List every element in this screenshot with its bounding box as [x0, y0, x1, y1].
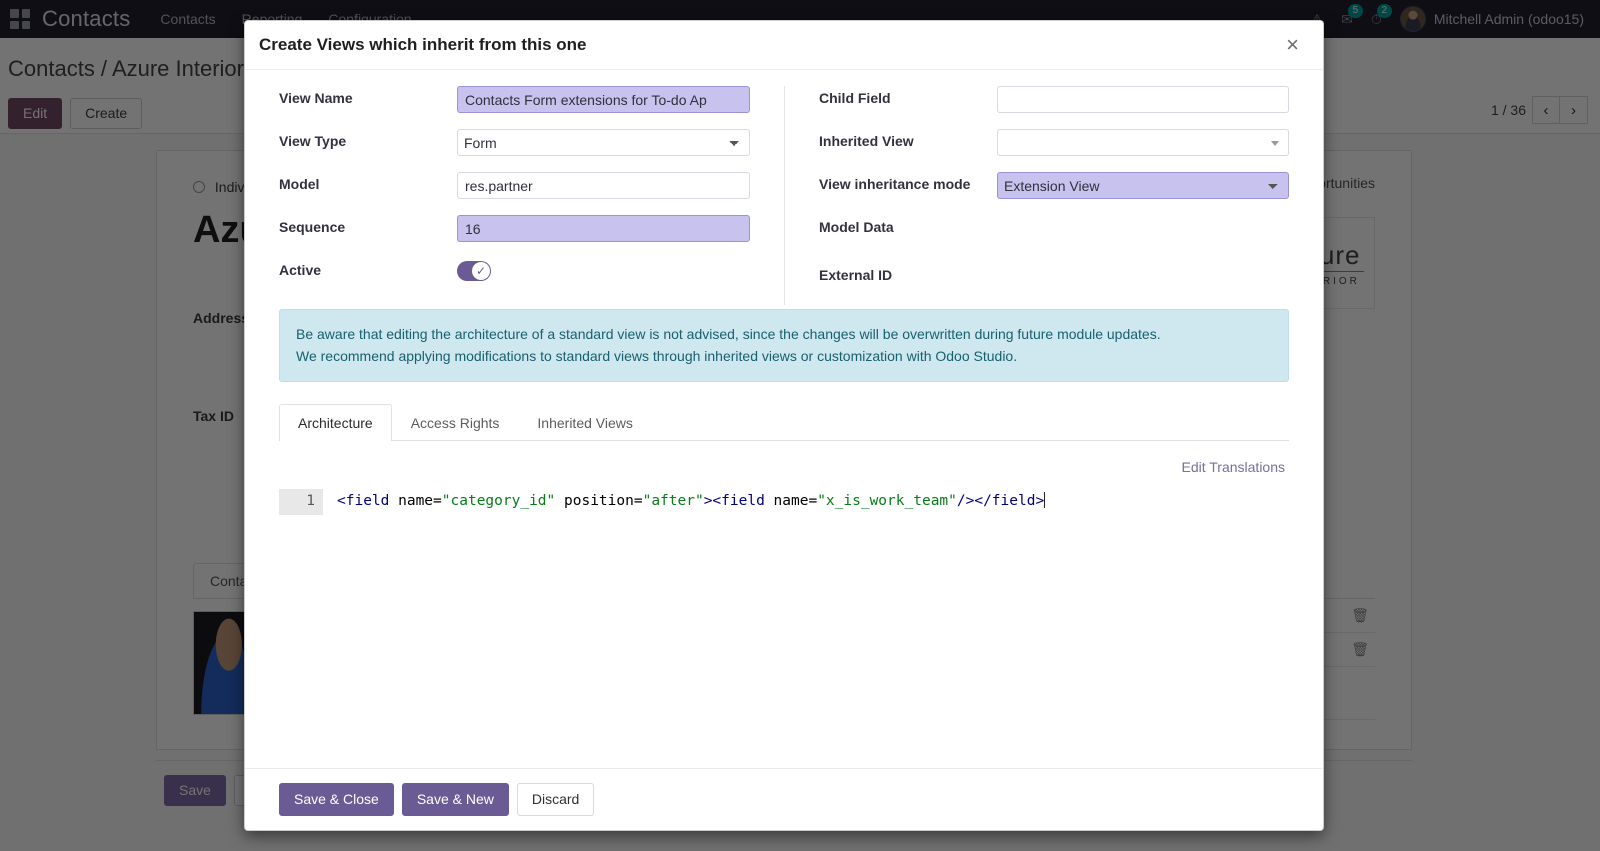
- tab-architecture[interactable]: Architecture: [279, 404, 392, 442]
- code-token-string-2: "after": [642, 493, 704, 510]
- text-caret: [1044, 492, 1046, 509]
- dialog-notebook-tabs: Architecture Access Rights Inherited Vie…: [279, 404, 1289, 442]
- dialog-footer: Save & Close Save & New Discard: [245, 768, 1323, 830]
- active-toggle[interactable]: ✓: [457, 261, 491, 281]
- edit-translations-link[interactable]: Edit Translations: [279, 459, 1289, 475]
- alert-line-1: Be aware that editing the architecture o…: [296, 326, 1161, 342]
- field-model: Model: [279, 172, 750, 199]
- field-view-name: View Name: [279, 86, 750, 113]
- view-name-label: View Name: [279, 90, 353, 106]
- view-type-label: View Type: [279, 133, 347, 149]
- code-token-string-1: "category_id": [441, 493, 556, 510]
- code-token-tag-inner: ><field: [703, 493, 765, 510]
- inheritance-mode-label: View inheritance mode: [819, 176, 971, 192]
- alert-line-2: We recommend applying modifications to s…: [296, 347, 1018, 364]
- discard-button[interactable]: Discard: [516, 783, 595, 816]
- active-label: Active: [279, 262, 322, 278]
- code-line[interactable]: <field name="category_id" position="afte…: [323, 489, 1046, 515]
- model-input[interactable]: [457, 172, 750, 199]
- line-number: 1: [279, 489, 323, 516]
- dialog-title: Create Views which inherit from this one: [259, 35, 587, 54]
- create-inherited-views-dialog: Create Views which inherit from this one…: [244, 20, 1324, 831]
- form-column-right: Child Field Inherited View View inherita…: [784, 86, 1289, 305]
- architecture-warning-alert: Be aware that editing the architecture o…: [279, 309, 1289, 383]
- save-and-close-button[interactable]: Save & Close: [279, 783, 394, 816]
- model-data-label: Model Data: [819, 219, 894, 235]
- child-field-input[interactable]: [997, 86, 1289, 113]
- code-token-attr-name-1: name=: [389, 493, 442, 510]
- inheritance-mode-select[interactable]: Extension ViewBase View: [997, 172, 1289, 199]
- inherited-view-many2one[interactable]: [997, 129, 1289, 156]
- external-id-label: External ID: [819, 267, 893, 283]
- child-field-label: Child Field: [819, 90, 891, 106]
- view-type-select[interactable]: FormTreeKanbanCalendarGraphPivotSearchQW…: [457, 129, 750, 156]
- sequence-label: Sequence: [279, 219, 346, 235]
- model-label: Model: [279, 176, 320, 192]
- view-name-input[interactable]: [457, 86, 750, 113]
- code-token-tag-open: <field: [337, 493, 390, 510]
- sequence-input[interactable]: [457, 215, 750, 242]
- tab-inherited-views[interactable]: Inherited Views: [518, 404, 651, 441]
- save-and-new-button[interactable]: Save & New: [401, 783, 509, 816]
- field-inherited-view: Inherited View: [819, 129, 1289, 156]
- field-model-data: Model Data: [819, 215, 1289, 241]
- dialog-header: Create Views which inherit from this one…: [245, 21, 1323, 70]
- code-editor-row[interactable]: 1 <field name="category_id" position="af…: [279, 489, 1289, 516]
- code-token-string-3: "x_is_work_team": [817, 493, 957, 510]
- check-icon: ✓: [472, 262, 490, 280]
- close-icon[interactable]: ×: [1280, 33, 1305, 57]
- view-form-grid: View Name View Type FormTreeKanbanCalend…: [279, 86, 1289, 305]
- architecture-editor: Edit Translations 1 <field name="categor…: [279, 441, 1289, 516]
- inherited-view-label: Inherited View: [819, 133, 914, 149]
- field-inheritance-mode: View inheritance mode Extension ViewBase…: [819, 172, 1289, 199]
- field-sequence: Sequence: [279, 215, 750, 242]
- form-column-left: View Name View Type FormTreeKanbanCalend…: [279, 86, 784, 305]
- dialog-body: View Name View Type FormTreeKanbanCalend…: [245, 70, 1323, 768]
- code-token-attr-position: position=: [555, 493, 643, 510]
- field-child-field: Child Field: [819, 86, 1289, 113]
- code-token-tag-close: /></field>: [956, 493, 1045, 510]
- field-external-id: External ID: [819, 263, 1289, 289]
- field-active: Active ✓: [279, 258, 750, 286]
- field-view-type: View Type FormTreeKanbanCalendarGraphPiv…: [279, 129, 750, 156]
- code-token-attr-name-2: name=: [764, 493, 818, 510]
- tab-access-rights[interactable]: Access Rights: [392, 404, 519, 441]
